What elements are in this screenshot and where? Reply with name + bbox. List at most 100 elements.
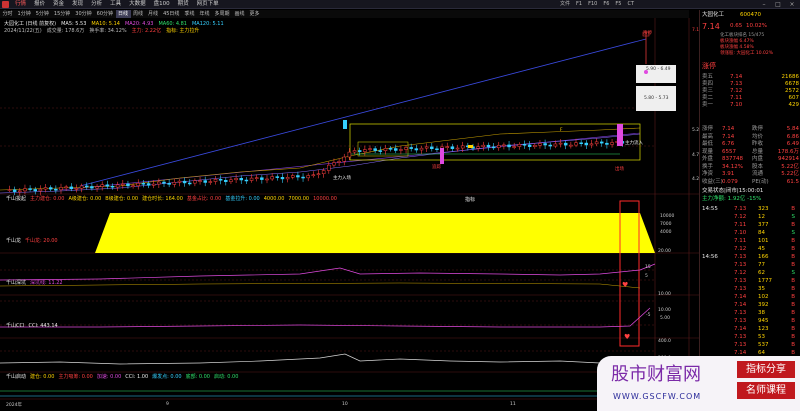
tick-price: 7.13	[734, 262, 747, 268]
menu-right-f5[interactable]: F5	[615, 1, 621, 7]
quote-label: 流通	[752, 171, 764, 177]
chart-annotation: 主力流入	[625, 141, 643, 146]
menu-item-web-order[interactable]: 网页下单	[193, 0, 223, 9]
tick-side: B	[791, 334, 795, 340]
period-tab-4[interactable]: 30分钟	[73, 10, 94, 18]
period-tab-1[interactable]: 1分钟	[15, 10, 33, 18]
sell-vol: 429	[788, 102, 800, 108]
sell-row[interactable]: 卖五 7.14 21686	[700, 74, 800, 81]
quote-row: 净资 3.91 流通 5.22亿	[700, 171, 800, 178]
sell-vol: 2572	[785, 88, 799, 94]
sell-row[interactable]: 卖二 7.11 607	[700, 95, 800, 102]
candle-body	[584, 142, 589, 146]
candle-body	[589, 143, 594, 146]
pane-title-item: CCI: 1.00	[125, 374, 149, 380]
pane-title-item: 基金拉升: 0.00	[225, 196, 260, 202]
candle-body	[383, 148, 388, 151]
period-tab-3[interactable]: 15分钟	[51, 10, 72, 18]
period-tab-7[interactable]: 周线	[131, 10, 146, 18]
candle-body	[131, 185, 135, 187]
menu-right-f6[interactable]: F6	[603, 1, 609, 7]
period-tab-6[interactable]: 日线	[115, 10, 131, 18]
period-tab-14[interactable]: 更多	[247, 10, 262, 18]
price-box-label: 5.80 - 5.73	[644, 96, 669, 101]
pane-title-item: 千山CCI	[6, 323, 25, 329]
candle-body	[115, 184, 120, 188]
stock-price: 7.14	[702, 22, 720, 31]
candle-body	[548, 144, 552, 147]
candle-body	[95, 186, 99, 189]
period-tab-8[interactable]: 月线	[146, 10, 161, 18]
sell-row[interactable]: 卖三 7.12 2572	[700, 88, 800, 95]
quote-row: 最高 7.14 均价 6.86	[700, 134, 800, 141]
pane-axis-label: 5.00	[660, 316, 671, 321]
period-tab-13[interactable]: 画线	[232, 10, 247, 18]
menu-right-ct[interactable]: CT	[627, 1, 634, 7]
candle-body	[419, 147, 424, 151]
svg-text:♥: ♥	[622, 281, 628, 289]
pane-title-item: 加速: 0.00	[96, 374, 122, 380]
period-tab-12[interactable]: 多周期	[212, 10, 232, 18]
quote-label: 均价	[752, 133, 764, 140]
candle-body	[172, 182, 177, 185]
quote-label: 内盘	[752, 156, 764, 162]
period-tab-5[interactable]: 60分钟	[94, 10, 115, 18]
quote-row: 涨停 7.14 跌停 5.84	[700, 126, 800, 133]
quote-value: 6.76	[722, 141, 735, 147]
menu-item-quote[interactable]: 行情	[11, 0, 30, 9]
pane-title-item: B级建仓: 0.00	[105, 196, 139, 202]
app-logo-icon	[2, 1, 9, 8]
tick-row: 7.10 84 S	[700, 230, 800, 237]
tick-row: 14:55 7.13 323 B	[700, 206, 800, 213]
menu-item-funds[interactable]: 资金	[49, 0, 68, 9]
sell-row[interactable]: 卖一 7.10 429	[700, 102, 800, 109]
minimize-icon[interactable]: –	[758, 0, 770, 9]
trade-status: 交易状态|闭市|15:00:01	[700, 188, 800, 195]
candle-body	[507, 144, 511, 148]
kline-chart[interactable]: ♥ ♥	[0, 18, 699, 411]
menu-right-file[interactable]: 文件	[560, 1, 570, 7]
menu-right-f1[interactable]: F1	[576, 1, 582, 7]
tick-time: 14:56	[702, 254, 718, 260]
candle-body	[347, 151, 352, 158]
close-icon[interactable]: ×	[786, 0, 798, 9]
pane-title-item: 基金占比: 0.00	[186, 196, 222, 202]
candle-body	[363, 149, 367, 152]
menu-item-futures[interactable]: 期货	[174, 0, 193, 9]
pane-title-item: 建仓: 0.00	[30, 374, 55, 380]
tick-volume: 1777	[758, 278, 772, 284]
tick-volume: 45	[758, 246, 765, 252]
candle-body	[450, 146, 455, 149]
maximize-icon[interactable]: □	[772, 0, 784, 9]
candle-body	[136, 183, 140, 186]
tick-time: 14:55	[702, 206, 718, 212]
candle-body	[404, 147, 408, 150]
period-tab-10[interactable]: 季线	[182, 10, 197, 18]
period-tab-11[interactable]: 年线	[197, 10, 212, 18]
menu-item-pan100[interactable]: 盘100	[150, 0, 174, 9]
menu-item-analysis[interactable]: 分析	[87, 0, 106, 9]
period-tab-0[interactable]: 分时	[0, 10, 15, 18]
tick-row: 7.12 12 S	[700, 214, 800, 221]
candle-body	[90, 186, 94, 189]
period-tab-2[interactable]: 5分钟	[33, 10, 51, 18]
menu-item-discover[interactable]: 发现	[68, 0, 87, 9]
candle-body	[497, 145, 501, 148]
quote-value: 6.49	[786, 141, 799, 147]
candle-body	[79, 185, 84, 189]
candle-body	[85, 185, 89, 188]
tick-row: 7.12 45 B	[700, 246, 800, 253]
tick-volume: 101	[758, 238, 769, 244]
menu-item-bigdata[interactable]: 大数据	[125, 0, 150, 9]
sell-row[interactable]: 卖四 7.13 6678	[700, 81, 800, 88]
svg-text:♥: ♥	[624, 333, 630, 341]
candle-body	[48, 187, 53, 190]
candle-body	[260, 177, 264, 180]
period-tab-9[interactable]: 45日线	[161, 10, 182, 18]
menu-item-price[interactable]: 报价	[30, 0, 49, 9]
menu-item-tools[interactable]: 工具	[106, 0, 125, 9]
candle-body	[610, 142, 614, 145]
candle-body	[424, 146, 429, 149]
menu-right-f10[interactable]: F10	[588, 1, 597, 7]
tick-volume: 12	[758, 214, 765, 220]
